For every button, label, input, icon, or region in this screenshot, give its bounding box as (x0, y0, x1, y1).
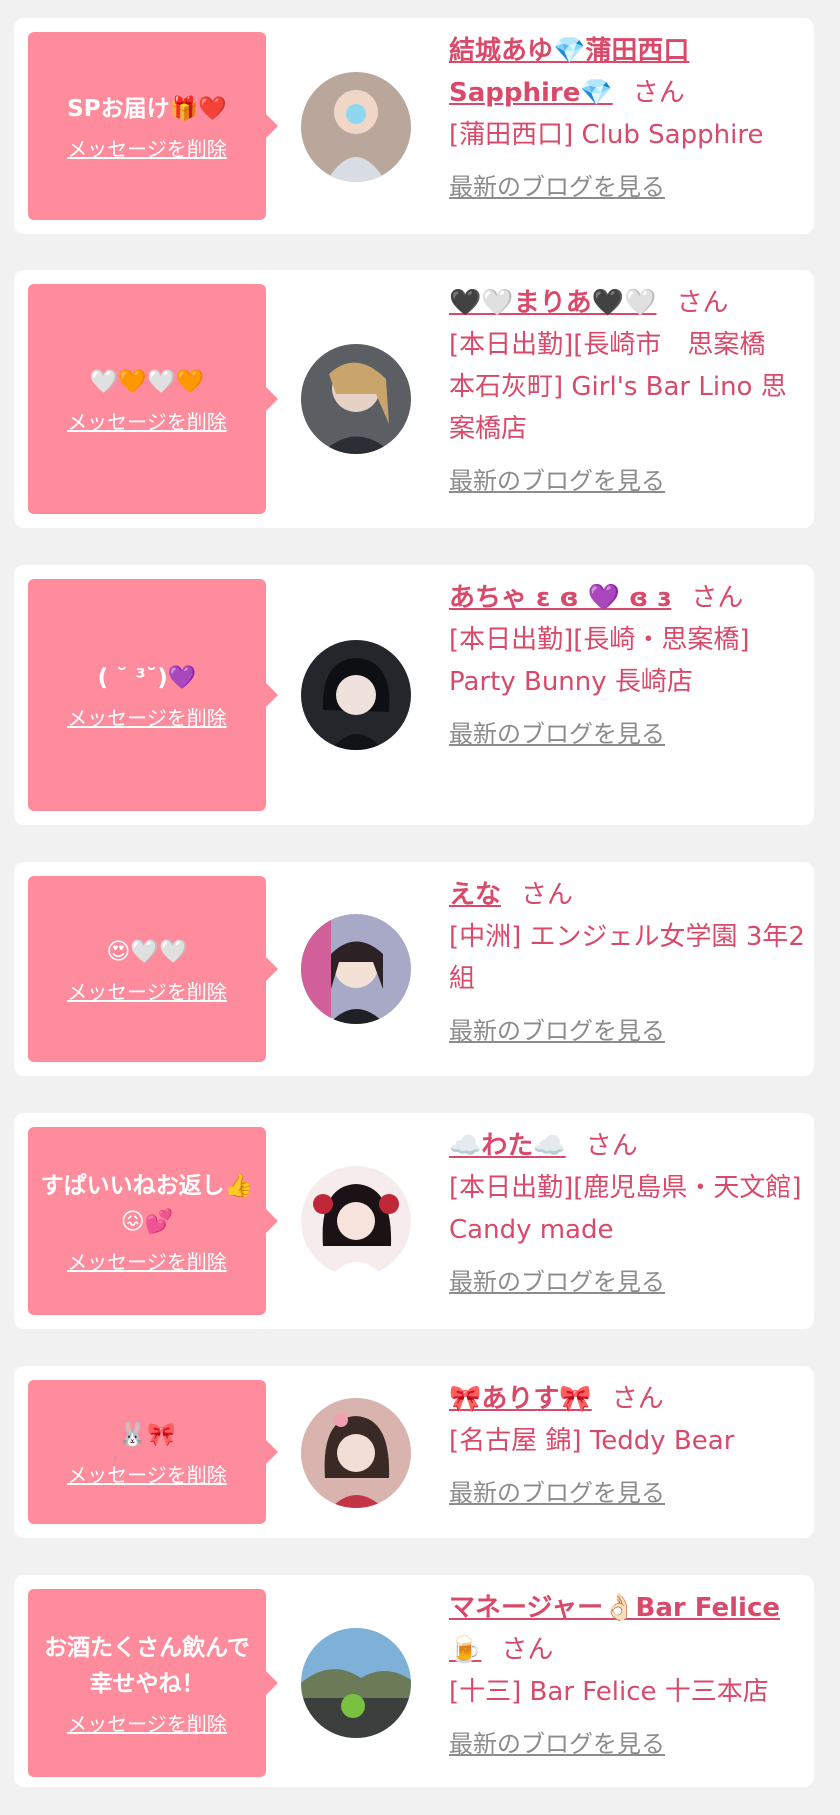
message-card: 🤍🧡🤍🧡 メッセージを削除 🖤🤍まりあ🖤🤍 さん [本日出勤][長崎市 思案橋 本… (14, 270, 814, 528)
avatar[interactable] (301, 914, 411, 1024)
avatar[interactable] (301, 1166, 411, 1276)
shop-info: [中洲] エンジェル女学園 3年2組 (449, 922, 805, 994)
shop-info: [名古屋 錦] Teddy Bear (449, 1426, 735, 1456)
honorific: さん (691, 583, 744, 613)
delete-message-link[interactable]: メッセージを削除 (67, 1708, 227, 1737)
avatar[interactable] (301, 640, 411, 750)
latest-blog-link[interactable]: 最新のブログを見る (449, 1472, 665, 1514)
avatar[interactable] (301, 1628, 411, 1738)
message-card: SPお届け🎁❤️ メッセージを削除 結城あゆ💎蒲田西口Sapphire💎 さん [… (14, 18, 814, 234)
shop-info: [本日出勤][長崎市 思案橋 本石灰町] Girl's Bar Lino 思案橋… (449, 330, 792, 444)
sender-name-link[interactable]: 🎀ありす🎀 (449, 1384, 592, 1414)
sender-info: 🖤🤍まりあ🖤🤍 さん [本日出勤][長崎市 思案橋 本石灰町] Girl's Ba… (449, 282, 809, 502)
sender-name-link[interactable]: 🖤🤍まりあ🖤🤍 (449, 288, 657, 318)
avatar[interactable] (301, 344, 411, 454)
honorific: さん (611, 1384, 664, 1414)
sender-name-link[interactable]: ☁️わた☁️ (449, 1131, 566, 1161)
honorific: さん (585, 1131, 638, 1161)
delete-message-link[interactable]: メッセージを削除 (67, 702, 227, 731)
message-card: 😍🤍🤍 メッセージを削除 えな さん [中洲] エンジェル女学園 3年2組 最新の… (14, 862, 814, 1076)
sender-info: 🎀ありす🎀 さん [名古屋 錦] Teddy Bear 最新のブログを見る (449, 1378, 809, 1514)
message-text: SPお届け🎁❤️ (67, 95, 227, 122)
delete-message-link[interactable]: メッセージを削除 (67, 1459, 227, 1488)
sender-name-link[interactable]: あちゃ ɛ ɞ 💜 ɞ ɜ (449, 583, 671, 613)
avatar[interactable] (301, 1398, 411, 1508)
message-text: 🤍🧡🤍🧡 (89, 368, 205, 395)
sender-info: マネージャー👌🏻Bar Felice🍺 さん [十三] Bar Felice 十三… (449, 1587, 809, 1765)
message-text: お酒たくさん飲んで幸せやね！ (44, 1634, 250, 1697)
sender-name-link[interactable]: えな (449, 880, 501, 910)
message-bubble: 🐰🎀 メッセージを削除 (28, 1380, 278, 1524)
latest-blog-link[interactable]: 最新のブログを見る (449, 1010, 665, 1052)
message-text: 🐰🎀 (118, 1421, 176, 1448)
shop-info: [蒲田西口] Club Sapphire (449, 120, 764, 150)
message-bubble: ( ˘ ³˘)💜 メッセージを削除 (28, 579, 278, 811)
message-text: ( ˘ ³˘)💜 (97, 664, 197, 691)
shop-info: [本日出勤][長崎・思案橋] Party Bunny 長崎店 (449, 625, 750, 697)
sender-name-link[interactable]: マネージャー👌🏻Bar Felice🍺 (449, 1593, 780, 1665)
latest-blog-link[interactable]: 最新のブログを見る (449, 713, 665, 755)
delete-message-link[interactable]: メッセージを削除 (67, 976, 227, 1005)
latest-blog-link[interactable]: 最新のブログを見る (449, 1723, 665, 1765)
sender-info: えな さん [中洲] エンジェル女学園 3年2組 最新のブログを見る (449, 874, 809, 1052)
message-card: ( ˘ ³˘)💜 メッセージを削除 あちゃ ɛ ɞ 💜 ɞ ɜ さん [本日出勤]… (14, 565, 814, 825)
sender-info: 結城あゆ💎蒲田西口Sapphire💎 さん [蒲田西口] Club Sapphir… (449, 30, 809, 208)
message-bubble: 🤍🧡🤍🧡 メッセージを削除 (28, 284, 278, 514)
message-text: 😍🤍🤍 (106, 938, 188, 965)
message-bubble: すぱいいねお返し👍😖💕 メッセージを削除 (28, 1127, 278, 1315)
message-card: すぱいいねお返し👍😖💕 メッセージを削除 ☁️わた☁️ さん [本日出勤][鹿児島… (14, 1113, 814, 1329)
message-bubble: 😍🤍🤍 メッセージを削除 (28, 876, 278, 1062)
shop-info: [本日出勤][鹿児島県・天文館] Candy made (449, 1173, 802, 1245)
message-card: 🐰🎀 メッセージを削除 🎀ありす🎀 さん [名古屋 錦] Teddy Bear 最… (14, 1366, 814, 1538)
delete-message-link[interactable]: メッセージを削除 (67, 1246, 227, 1275)
delete-message-link[interactable]: メッセージを削除 (67, 133, 227, 162)
message-bubble: お酒たくさん飲んで幸せやね！ メッセージを削除 (28, 1589, 278, 1777)
sender-info: ☁️わた☁️ さん [本日出勤][鹿児島県・天文館] Candy made 最新の… (449, 1125, 809, 1303)
delete-message-link[interactable]: メッセージを削除 (67, 406, 227, 435)
honorific: さん (521, 880, 574, 910)
honorific: さん (501, 1635, 554, 1665)
honorific: さん (676, 288, 729, 318)
message-bubble: SPお届け🎁❤️ メッセージを削除 (28, 32, 278, 220)
latest-blog-link[interactable]: 最新のブログを見る (449, 1261, 665, 1303)
sender-info: あちゃ ɛ ɞ 💜 ɞ ɜ さん [本日出勤][長崎・思案橋] Party Bun… (449, 577, 809, 755)
latest-blog-link[interactable]: 最新のブログを見る (449, 166, 665, 208)
message-text: すぱいいねお返し👍😖💕 (40, 1172, 254, 1235)
avatar[interactable] (301, 72, 411, 182)
shop-info: [十三] Bar Felice 十三本店 (449, 1677, 769, 1707)
honorific: さん (632, 78, 685, 108)
latest-blog-link[interactable]: 最新のブログを見る (449, 460, 665, 502)
message-card: お酒たくさん飲んで幸せやね！ メッセージを削除 マネージャー👌🏻Bar Feli… (14, 1575, 814, 1787)
